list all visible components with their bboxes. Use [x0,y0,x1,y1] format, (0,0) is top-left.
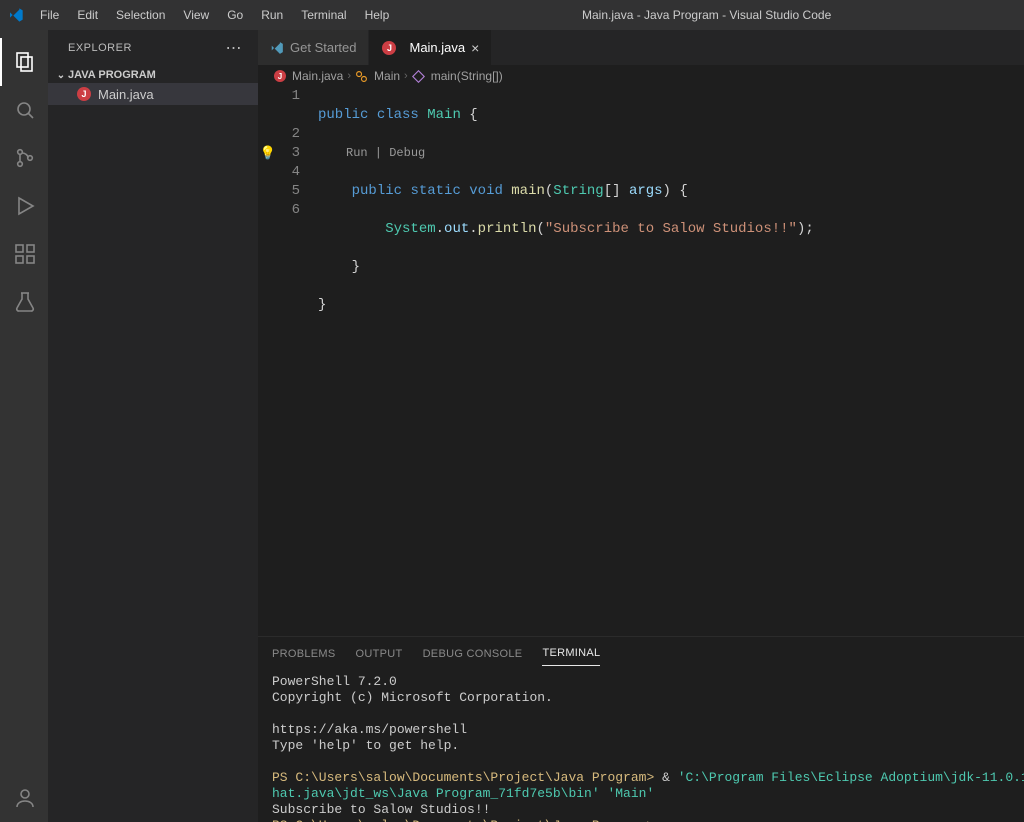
activity-bar [0,30,48,822]
file-tree-item[interactable]: J Main.java [48,83,258,105]
file-label: Main.java [98,87,154,102]
panel-tab-terminal[interactable]: TERMINAL [542,641,600,666]
breadcrumb-class[interactable]: Main [374,69,400,83]
tab-main-java[interactable]: J Main.java × [369,30,492,65]
vscode-logo-icon [8,7,24,23]
class-icon [355,70,368,83]
menu-go[interactable]: Go [219,4,251,26]
lightbulb-icon[interactable]: 💡 [258,144,278,163]
panel-tab-debug-console[interactable]: DEBUG CONSOLE [423,642,523,666]
line-numbers: 1 2 3 4 5 6 [278,87,318,636]
panel-tab-problems[interactable]: PROBLEMS [272,642,336,666]
folder-header[interactable]: ⌄ JAVA PROGRAM [48,67,258,83]
chevron-down-icon: ⌄ [54,70,68,81]
menu-bar: File Edit Selection View Go Run Terminal… [32,4,397,26]
panel-tabs: PROBLEMS OUTPUT DEBUG CONSOLE TERMINAL [258,637,1024,670]
java-file-icon: J [381,40,397,56]
chevron-right-icon: › [347,70,351,82]
panel-tab-output[interactable]: OUTPUT [356,642,403,666]
account-icon[interactable] [0,774,48,822]
menu-edit[interactable]: Edit [69,4,106,26]
breadcrumb[interactable]: J Main.java › Main › main(String[]) [258,65,1024,87]
explorer-icon[interactable] [0,38,48,86]
bottom-panel: PROBLEMS OUTPUT DEBUG CONSOLE TERMINAL P… [258,636,1024,822]
menu-view[interactable]: View [175,4,217,26]
codelens-debug[interactable]: Debug [389,146,425,160]
sidebar-more-icon[interactable]: ⋯ [226,38,243,58]
java-file-icon: J [274,70,286,82]
menu-run[interactable]: Run [253,4,291,26]
java-file-icon: J [76,86,92,102]
folder-name: JAVA PROGRAM [68,69,156,81]
breadcrumb-method[interactable]: main(String[]) [431,69,503,83]
run-debug-icon[interactable] [0,182,48,230]
sidebar-title: EXPLORER [68,42,226,54]
testing-icon[interactable] [0,278,48,326]
tab-label: Main.java [409,40,465,55]
menu-selection[interactable]: Selection [108,4,173,26]
terminal[interactable]: PowerShell 7.2.0 Copyright (c) Microsoft… [258,670,1024,822]
extensions-icon[interactable] [0,230,48,278]
editor-area: Get Started J Main.java × J Main.java › … [258,30,1024,822]
source-control-icon[interactable] [0,134,48,182]
close-icon[interactable]: × [471,40,479,56]
menu-help[interactable]: Help [357,4,398,26]
explorer-sidebar: EXPLORER ⋯ ⌄ JAVA PROGRAM J Main.java [48,30,258,822]
menu-terminal[interactable]: Terminal [293,4,354,26]
search-icon[interactable] [0,86,48,134]
tab-get-started[interactable]: Get Started [258,30,369,65]
breadcrumb-file[interactable]: Main.java [292,69,343,83]
menu-file[interactable]: File [32,4,67,26]
sidebar-header: EXPLORER ⋯ [48,30,258,65]
editor-tabs: Get Started J Main.java × [258,30,1024,65]
vscode-icon [270,41,284,55]
code-editor[interactable]: 💡 1 2 3 4 5 6 public class Main { Run | … [258,87,1024,636]
tab-label: Get Started [290,40,356,55]
chevron-right-icon: › [404,70,408,82]
method-icon [412,70,425,83]
window-title: Main.java - Java Program - Visual Studio… [397,8,1016,22]
codelens-run[interactable]: Run [346,146,368,160]
titlebar: File Edit Selection View Go Run Terminal… [0,0,1024,30]
